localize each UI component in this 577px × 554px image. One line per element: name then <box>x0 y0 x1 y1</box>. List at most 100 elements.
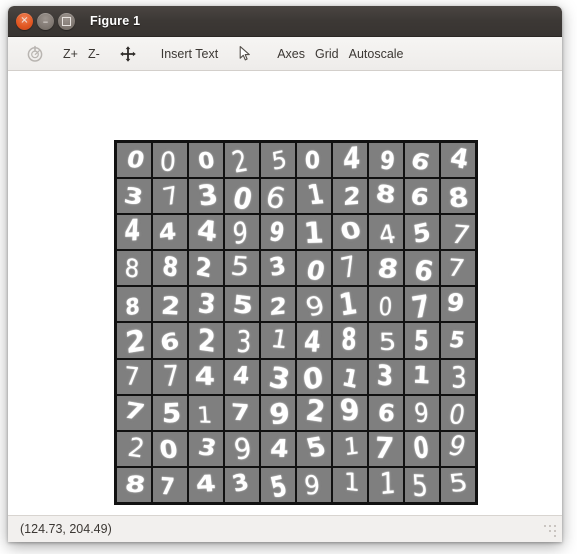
autoscale-button[interactable]: Autoscale <box>344 41 409 67</box>
digit-cell: 3 <box>189 431 223 466</box>
digit-glyph: 1 <box>342 432 361 462</box>
digit-cell: 6 <box>405 179 439 214</box>
digit-glyph: 3 <box>195 179 221 212</box>
minimize-icon: – <box>42 14 49 28</box>
resize-grip[interactable] <box>542 523 558 539</box>
digit-glyph: 4 <box>196 215 219 249</box>
digit-cell: 4 <box>189 215 223 250</box>
digit-cell: 2 <box>261 287 295 322</box>
digit-glyph: 0 <box>158 435 180 465</box>
resize-grip-dot <box>554 535 556 537</box>
pan-button[interactable] <box>114 41 142 67</box>
digit-glyph: 7 <box>409 288 433 322</box>
digit-glyph: 8 <box>161 251 180 284</box>
digit-glyph: 7 <box>231 398 251 427</box>
digit-cell: 9 <box>297 467 331 502</box>
digit-glyph: 5 <box>303 431 330 464</box>
digit-cell: 9 <box>333 395 367 430</box>
digit-cell: 0 <box>153 143 187 178</box>
digit-cell: 7 <box>117 359 151 394</box>
digit-glyph: 7 <box>338 251 360 285</box>
digit-glyph: 0 <box>230 180 256 214</box>
digit-glyph: 4 <box>375 219 399 250</box>
digit-glyph: 4 <box>232 361 252 390</box>
figure-canvas[interactable]: 0002504964373061286844499104578825307867… <box>8 71 562 515</box>
digit-cell: 9 <box>369 143 403 178</box>
digit-glyph: 7 <box>160 180 182 211</box>
digit-glyph: 1 <box>343 467 361 498</box>
grid-button[interactable]: Grid <box>310 41 344 67</box>
desktop-background: × – Figure 1 Z+ Z- Insert Text Axes Grid… <box>0 0 577 554</box>
digit-cell: 1 <box>333 467 367 502</box>
digit-cell: 8 <box>117 251 151 286</box>
digit-glyph: 7 <box>124 361 141 392</box>
digit-glyph: 0 <box>411 431 432 466</box>
digit-glyph: 3 <box>197 287 218 321</box>
window-maximize-button[interactable] <box>58 12 75 30</box>
digit-glyph: 3 <box>196 433 220 462</box>
digit-cell: 0 <box>189 143 223 178</box>
digit-glyph: 4 <box>343 143 362 177</box>
digit-cell: 4 <box>333 143 367 178</box>
digit-cell: 9 <box>405 395 439 430</box>
digit-cell: 0 <box>297 143 331 178</box>
digit-glyph: 0 <box>378 291 393 322</box>
zoom-in-button[interactable]: Z+ <box>58 41 83 67</box>
digit-glyph: 1 <box>305 179 327 211</box>
zoom-out-button[interactable]: Z- <box>83 41 105 67</box>
digit-cell: 6 <box>405 251 439 286</box>
digit-cell: 7 <box>153 467 187 502</box>
digit-cell: 3 <box>261 359 295 394</box>
digit-cell: 2 <box>189 251 223 286</box>
pan-move-icon <box>119 45 137 63</box>
window-close-button[interactable]: × <box>16 12 33 30</box>
digit-glyph: 0 <box>159 145 177 177</box>
axes-button[interactable]: Axes <box>272 41 310 67</box>
digit-cell: 1 <box>405 359 439 394</box>
insert-text-button[interactable]: Insert Text <box>156 41 223 67</box>
figure-statusbar: (124.73, 204.49) <box>8 515 562 542</box>
digit-glyph: 8 <box>375 252 401 285</box>
digit-cell: 4 <box>189 467 223 502</box>
digit-cell: 8 <box>117 287 151 322</box>
digit-cell: 2 <box>117 431 151 466</box>
digit-glyph: 9 <box>413 398 431 429</box>
window-minimize-button[interactable]: – <box>37 12 54 30</box>
digit-cell: 1 <box>333 431 367 466</box>
digit-cell: 3 <box>189 287 223 322</box>
digit-cell: 3 <box>441 359 475 394</box>
digit-glyph: 0 <box>125 145 147 173</box>
digit-glyph: 2 <box>160 291 182 321</box>
digit-glyph: 9 <box>339 395 361 429</box>
digit-glyph: 7 <box>121 397 148 426</box>
digit-cell: 4 <box>297 323 331 358</box>
digit-glyph: 5 <box>410 468 429 502</box>
digit-cell: 8 <box>369 179 403 214</box>
mnist-digit-montage[interactable]: 0002504964373061286844499104578825307867… <box>114 140 478 505</box>
digit-cell: 5 <box>441 323 475 358</box>
digit-cell: 8 <box>441 179 475 214</box>
select-tool-button[interactable] <box>232 41 258 67</box>
digit-glyph: 3 <box>236 324 252 358</box>
reset-view-button[interactable] <box>21 41 49 67</box>
digit-cell: 4 <box>153 215 187 250</box>
reset-view-icon <box>26 45 44 63</box>
digit-cell: 1 <box>333 287 367 322</box>
digit-cell: 5 <box>441 467 475 502</box>
digit-cell: 2 <box>153 287 187 322</box>
window-titlebar[interactable]: × – Figure 1 <box>8 6 562 37</box>
digit-glyph: 3 <box>450 360 468 394</box>
digit-cell: 7 <box>153 359 187 394</box>
digit-cell: 4 <box>189 359 223 394</box>
digit-glyph: 4 <box>194 470 218 498</box>
digit-glyph: 8 <box>125 292 141 321</box>
digit-glyph: 1 <box>340 363 362 394</box>
digit-glyph: 3 <box>229 468 252 498</box>
digit-glyph: 1 <box>302 215 325 250</box>
digit-glyph: 9 <box>231 215 249 250</box>
digit-cell: 7 <box>153 179 187 214</box>
maximize-icon <box>58 13 75 30</box>
digit-cell: 4 <box>117 215 151 250</box>
digit-glyph: 8 <box>374 179 398 210</box>
digit-cell: 0 <box>405 431 439 466</box>
